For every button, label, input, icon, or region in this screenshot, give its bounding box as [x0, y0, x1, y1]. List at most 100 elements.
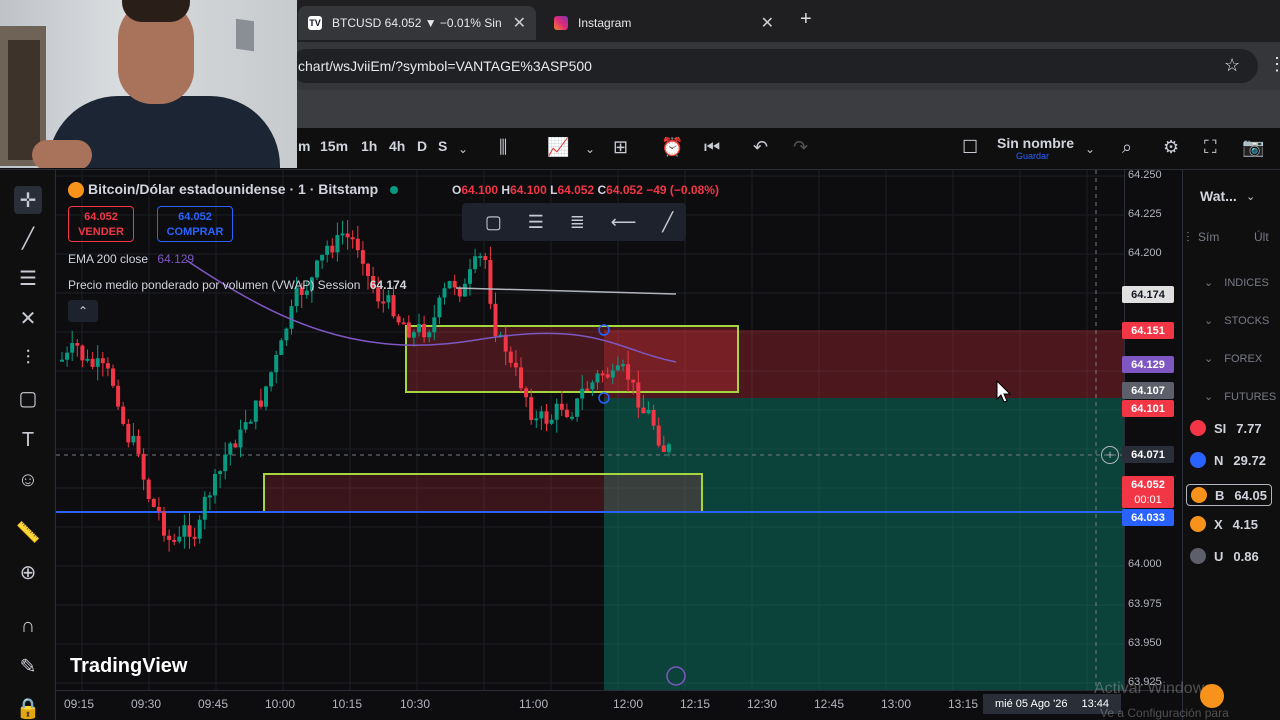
ema-legend[interactable]: EMA 200 close 64.129: [68, 252, 194, 266]
candle-body: [519, 367, 523, 389]
interval-15m[interactable]: 15m: [320, 138, 348, 154]
chevron-down-icon[interactable]: ⌄: [585, 142, 595, 156]
close-icon[interactable]: ✕: [513, 13, 526, 33]
col-symbol[interactable]: Sím: [1198, 230, 1219, 244]
chevron-down-icon[interactable]: ⌄: [1246, 190, 1255, 203]
menu-icon[interactable]: ⋮: [1268, 54, 1280, 75]
vwap-legend[interactable]: Precio medio ponderado por volumen (VWAP…: [68, 278, 406, 292]
settings-gear-icon[interactable]: ⚙: [1163, 137, 1179, 158]
symbol-title[interactable]: Bitcoin/Dólar estadounidense · 1 · Bitst…: [68, 181, 399, 199]
url-text[interactable]: chart/wsJviiEm/?symbol=VANTAGE%3ASP500: [298, 58, 592, 74]
watchlist-row[interactable]: U 0.86: [1190, 548, 1259, 564]
close-icon[interactable]: ✕: [761, 13, 774, 33]
chevron-down-icon[interactable]: ⌄: [458, 142, 468, 156]
chevron-down-icon[interactable]: ⌄: [1085, 142, 1095, 156]
alert-icon[interactable]: ⏰: [661, 137, 683, 158]
price-chart[interactable]: [56, 170, 1124, 690]
fib-icon[interactable]: ☰: [14, 264, 42, 292]
interval-1h[interactable]: 1h: [361, 138, 377, 154]
replay-icon[interactable]: ⏮: [704, 137, 720, 158]
horizontal-line-icon[interactable]: ⟵: [611, 212, 637, 233]
price-tick: 64.225: [1128, 208, 1162, 220]
interval-4h[interactable]: 4h: [389, 138, 405, 154]
ema-label: EMA 200 close: [68, 252, 149, 266]
lock-icon[interactable]: 🔒: [14, 694, 42, 720]
candle-body: [462, 283, 467, 297]
magnet-icon[interactable]: ∩: [14, 612, 42, 640]
redo-icon[interactable]: ↷: [793, 137, 808, 158]
sell-label: VENDER: [78, 226, 124, 238]
camera-icon[interactable]: 📷: [1242, 137, 1264, 158]
section-stocks[interactable]: ⌄ STOCKS: [1204, 314, 1269, 327]
row-symbol: N: [1214, 452, 1224, 468]
candle-body: [580, 388, 585, 399]
indicators-icon[interactable]: 📈: [547, 137, 569, 158]
candle-body: [452, 281, 457, 288]
interval-d[interactable]: D: [417, 138, 427, 154]
section-indices[interactable]: ⌄ INDICES: [1204, 276, 1269, 289]
supply-zone-rectangle: [405, 325, 739, 393]
screen: TV BTCUSD 64.052 ▼ −0.01% Sin ✕ Instagra…: [0, 0, 1280, 720]
new-tab-button[interactable]: +: [800, 8, 812, 31]
bookmark-star-icon[interactable]: ☆: [1224, 55, 1240, 76]
pitchfork-tool-icon[interactable]: ≣: [570, 212, 585, 233]
text-icon[interactable]: T: [14, 426, 42, 454]
search-icon[interactable]: ⌕: [1122, 137, 1132, 158]
candle-body: [162, 511, 166, 536]
lock-draw-icon[interactable]: ✎: [14, 652, 42, 680]
section-futures[interactable]: ⌄ FUTURES: [1204, 390, 1276, 403]
watchlist-row[interactable]: SI 7.77: [1190, 420, 1262, 436]
time-tick: 10:15: [332, 697, 363, 711]
section-forex[interactable]: ⌄ FOREX: [1204, 352, 1262, 365]
layout-square-icon[interactable]: ☐: [962, 137, 978, 158]
tab-tradingview[interactable]: TV BTCUSD 64.052 ▼ −0.01% Sin ✕: [298, 6, 536, 40]
watchlist-row[interactable]: N 29.72: [1190, 452, 1266, 468]
fullscreen-icon[interactable]: ⛶: [1204, 137, 1217, 158]
zoom-icon[interactable]: ⊕: [14, 558, 42, 586]
layout-grid-icon[interactable]: ⊞: [613, 137, 628, 158]
col-last[interactable]: Últ: [1254, 230, 1269, 244]
candle-body: [534, 418, 539, 421]
webcam-door: [8, 40, 40, 160]
buy-button[interactable]: 64.052 COMPRAR: [157, 206, 233, 242]
symbol-icon: [1190, 548, 1206, 564]
watchlist-row-selected[interactable]: B 64.05: [1186, 484, 1272, 506]
logo-text: TradingView: [70, 655, 188, 677]
position-icon[interactable]: ⫶: [14, 344, 42, 372]
candle-body: [269, 372, 274, 387]
candle-body: [253, 400, 258, 422]
high-price-tag: 64.107: [1122, 382, 1174, 399]
candle-body: [207, 495, 212, 498]
chart-pane[interactable]: [56, 170, 1124, 690]
interval-m[interactable]: m: [298, 138, 310, 154]
crosshair-icon[interactable]: ✛: [14, 186, 42, 214]
save-button[interactable]: Guardar: [1016, 151, 1049, 161]
time-tick: 12:30: [747, 697, 778, 711]
candle-body: [121, 406, 126, 424]
candle-body: [228, 443, 233, 455]
layout-name[interactable]: Sin nombre: [997, 135, 1074, 151]
collapse-legend-icon[interactable]: ⌃: [68, 300, 98, 322]
emoji-icon[interactable]: ☺: [14, 466, 42, 494]
rectangle-tool-icon[interactable]: ▢: [485, 212, 502, 233]
candle-body: [284, 328, 289, 341]
fib-tool-icon[interactable]: ☰: [528, 212, 544, 233]
watchlist-row[interactable]: X 4.15: [1190, 516, 1258, 532]
undo-icon[interactable]: ↶: [753, 137, 768, 158]
tab-instagram[interactable]: Instagram ✕: [544, 6, 784, 40]
sell-button[interactable]: 64.052 VENDER: [68, 206, 134, 242]
watchlist-title[interactable]: Wat...: [1200, 188, 1237, 204]
change-value: −49 (−0.08%): [646, 183, 719, 197]
sort-icon[interactable]: ⫶: [1186, 229, 1190, 246]
rectangle-icon[interactable]: ▢: [14, 384, 42, 412]
ruler-icon[interactable]: 📏: [14, 518, 42, 546]
candle-body: [182, 525, 187, 537]
candle-type-icon[interactable]: ⫼: [499, 137, 507, 158]
add-alert-icon[interactable]: +: [1101, 446, 1119, 464]
trendline-tool-icon[interactable]: ╱: [662, 212, 673, 233]
trendline-icon[interactable]: ╱: [14, 224, 42, 252]
candle-body: [636, 382, 641, 408]
pattern-icon[interactable]: ✕: [14, 304, 42, 332]
time-tick: 09:30: [131, 697, 162, 711]
interval-s[interactable]: S: [438, 138, 447, 154]
